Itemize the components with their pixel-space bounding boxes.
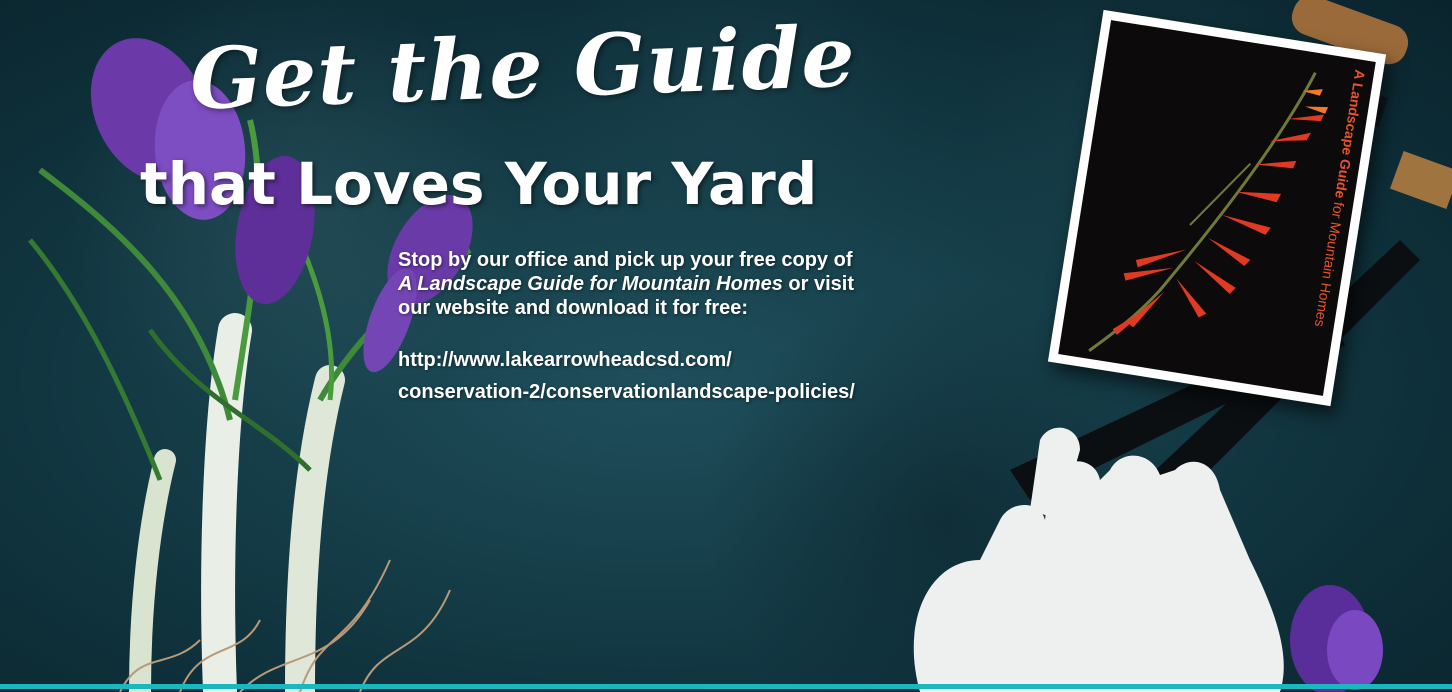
glove-illustration [913,427,1284,692]
book-cover: A Landscape Guide for Mountain Homes [1047,9,1387,407]
guide-url-link[interactable]: http://www.lakearrowheadcsd.com/ conserv… [398,344,1038,408]
book-cover-art: A Landscape Guide for Mountain Homes [1058,20,1376,396]
roots-illustration [119,559,451,692]
book-title-inline: A Landscape Guide for Mountain Homes [398,273,783,295]
body-line-2-rest: or visit [782,273,854,295]
body-line-1: Stop by our office and pick up your free… [398,249,853,271]
body-copy: Stop by our office and pick up your free… [398,248,1008,320]
body-line-3: our website and download it for free: [398,297,749,319]
headline-main: that Loves Your Yard [140,150,818,218]
accent-divider [0,684,1452,689]
promo-banner: Get the Guide that Loves Your Yard Stop … [0,0,1452,692]
url-line-2[interactable]: conservation-2/conservationlandscape-pol… [398,376,1038,408]
url-line-1[interactable]: http://www.lakearrowheadcsd.com/ [398,344,1038,376]
body-line-2: A Landscape Guide for Mountain Homes or … [398,272,1008,296]
crocus-bottom-right-illustration [1290,585,1383,692]
penstemon-flower-image [1088,72,1329,352]
